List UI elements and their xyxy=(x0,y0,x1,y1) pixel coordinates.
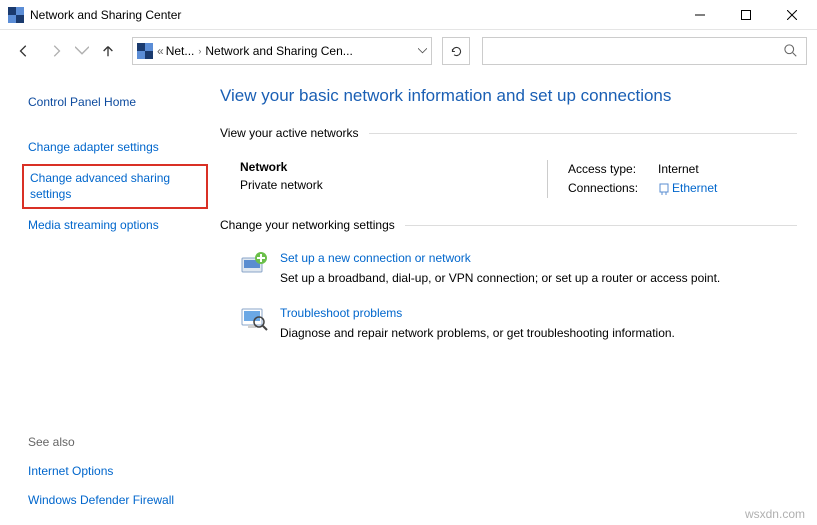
toolbar: « Net... › Network and Sharing Cen... xyxy=(0,30,817,72)
see-also-label: See also xyxy=(28,435,202,449)
media-streaming-options-link[interactable]: Media streaming options xyxy=(28,211,202,240)
change-advanced-sharing-link[interactable]: Change advanced sharing settings xyxy=(30,170,200,204)
troubleshoot-icon xyxy=(240,305,268,333)
search-input[interactable] xyxy=(491,44,784,58)
troubleshoot-desc: Diagnose and repair network problems, or… xyxy=(280,324,675,342)
setup-connection-link[interactable]: Set up a new connection or network xyxy=(280,250,720,267)
app-icon xyxy=(8,7,24,23)
setup-connection-desc: Set up a broadband, dial-up, or VPN conn… xyxy=(280,269,720,287)
window-title: Network and Sharing Center xyxy=(30,8,677,22)
internet-options-link[interactable]: Internet Options xyxy=(28,457,202,486)
up-button[interactable] xyxy=(94,37,122,65)
maximize-button[interactable] xyxy=(723,0,769,29)
network-type: Private network xyxy=(240,178,547,192)
minimize-button[interactable] xyxy=(677,0,723,29)
connection-link[interactable]: Ethernet xyxy=(672,179,717,198)
setup-connection-icon xyxy=(240,250,268,278)
active-networks-label: View your active networks xyxy=(220,126,797,140)
network-center-icon xyxy=(137,43,153,59)
address-dropdown-icon[interactable] xyxy=(418,48,427,54)
search-box[interactable] xyxy=(482,37,807,65)
page-title: View your basic network information and … xyxy=(220,86,797,106)
forward-button[interactable] xyxy=(42,37,70,65)
breadcrumb-item[interactable]: Net... xyxy=(166,44,195,58)
change-settings-label: Change your networking settings xyxy=(220,218,797,232)
highlight-annotation: Change advanced sharing settings xyxy=(22,164,208,210)
watermark: wsxdn.com xyxy=(745,507,805,521)
connections-label: Connections: xyxy=(568,179,658,198)
windows-defender-firewall-link[interactable]: Windows Defender Firewall xyxy=(28,486,202,515)
address-bar[interactable]: « Net... › Network and Sharing Cen... xyxy=(132,37,432,65)
refresh-button[interactable] xyxy=(442,37,470,65)
active-network-panel: Network Private network Access type: Int… xyxy=(220,152,797,218)
control-panel-home-link[interactable]: Control Panel Home xyxy=(28,88,202,117)
breadcrumb-item[interactable]: Network and Sharing Cen... xyxy=(205,44,352,58)
breadcrumb-separator-icon: › xyxy=(198,46,201,56)
recent-locations-dropdown[interactable] xyxy=(74,37,90,65)
main-panel: View your basic network information and … xyxy=(210,72,817,525)
change-adapter-settings-link[interactable]: Change adapter settings xyxy=(28,133,202,162)
access-type-label: Access type: xyxy=(568,160,658,179)
troubleshoot-item: Troubleshoot problems Diagnose and repai… xyxy=(220,299,797,354)
sidebar: Control Panel Home Change adapter settin… xyxy=(0,72,210,525)
search-icon[interactable] xyxy=(784,44,798,58)
access-type-value: Internet xyxy=(658,160,699,179)
troubleshoot-link[interactable]: Troubleshoot problems xyxy=(280,305,675,322)
close-button[interactable] xyxy=(769,0,815,29)
network-name: Network xyxy=(240,160,547,174)
title-bar: Network and Sharing Center xyxy=(0,0,817,30)
ethernet-icon xyxy=(658,182,670,196)
setup-connection-item: Set up a new connection or network Set u… xyxy=(220,244,797,299)
back-button[interactable] xyxy=(10,37,38,65)
